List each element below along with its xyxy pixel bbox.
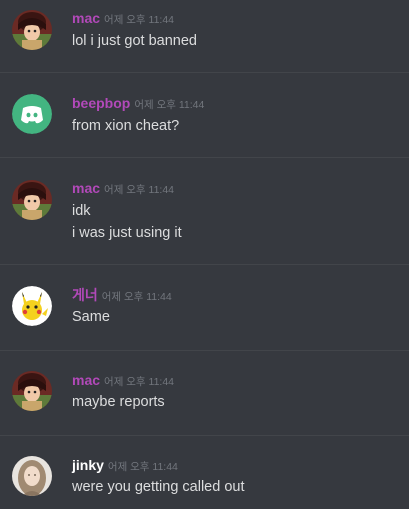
person-photo-avatar-icon[interactable]	[12, 456, 52, 496]
username[interactable]: jinky	[72, 457, 104, 473]
pikachu-avatar-icon[interactable]	[12, 286, 52, 326]
message-text: from xion cheat?	[72, 118, 180, 134]
message-text: idk	[72, 203, 91, 219]
timestamp: 어제 오후 11:44	[104, 184, 175, 196]
message: jinky 어제 오후 11:44 were you getting called…	[0, 436, 409, 509]
discord-logo-avatar-icon[interactable]	[12, 94, 52, 134]
username[interactable]: mac	[72, 10, 100, 26]
timestamp: 어제 오후 11:44	[101, 291, 172, 303]
anime-character-avatar-icon[interactable]	[12, 10, 52, 50]
anime-character-avatar-icon[interactable]	[12, 371, 52, 411]
timestamp: 어제 오후 11:44	[104, 14, 175, 26]
timestamp: 어제 오후 11:44	[104, 376, 175, 388]
username[interactable]: 게너	[72, 287, 98, 303]
username[interactable]: beepbop	[72, 95, 130, 111]
message: mac 어제 오후 11:44 idk i was just using it	[0, 158, 409, 264]
username[interactable]: mac	[72, 372, 100, 388]
username[interactable]: mac	[72, 180, 100, 196]
timestamp: 어제 오후 11:44	[134, 99, 205, 111]
message: mac 어제 오후 11:44 lol i just got banned	[0, 0, 409, 72]
message-text: were you getting called out	[72, 479, 245, 495]
message: 게너 어제 오후 11:44 Same	[0, 265, 409, 350]
timestamp: 어제 오후 11:44	[107, 461, 178, 473]
message-text: Same	[72, 309, 110, 325]
message-text: i was just using it	[72, 225, 182, 241]
message: beepbop 어제 오후 11:44 from xion cheat?	[0, 73, 409, 157]
message: mac 어제 오후 11:44 maybe reports	[0, 351, 409, 435]
message-text: maybe reports	[72, 394, 165, 410]
anime-character-avatar-icon[interactable]	[12, 180, 52, 220]
message-text: lol i just got banned	[72, 33, 197, 49]
